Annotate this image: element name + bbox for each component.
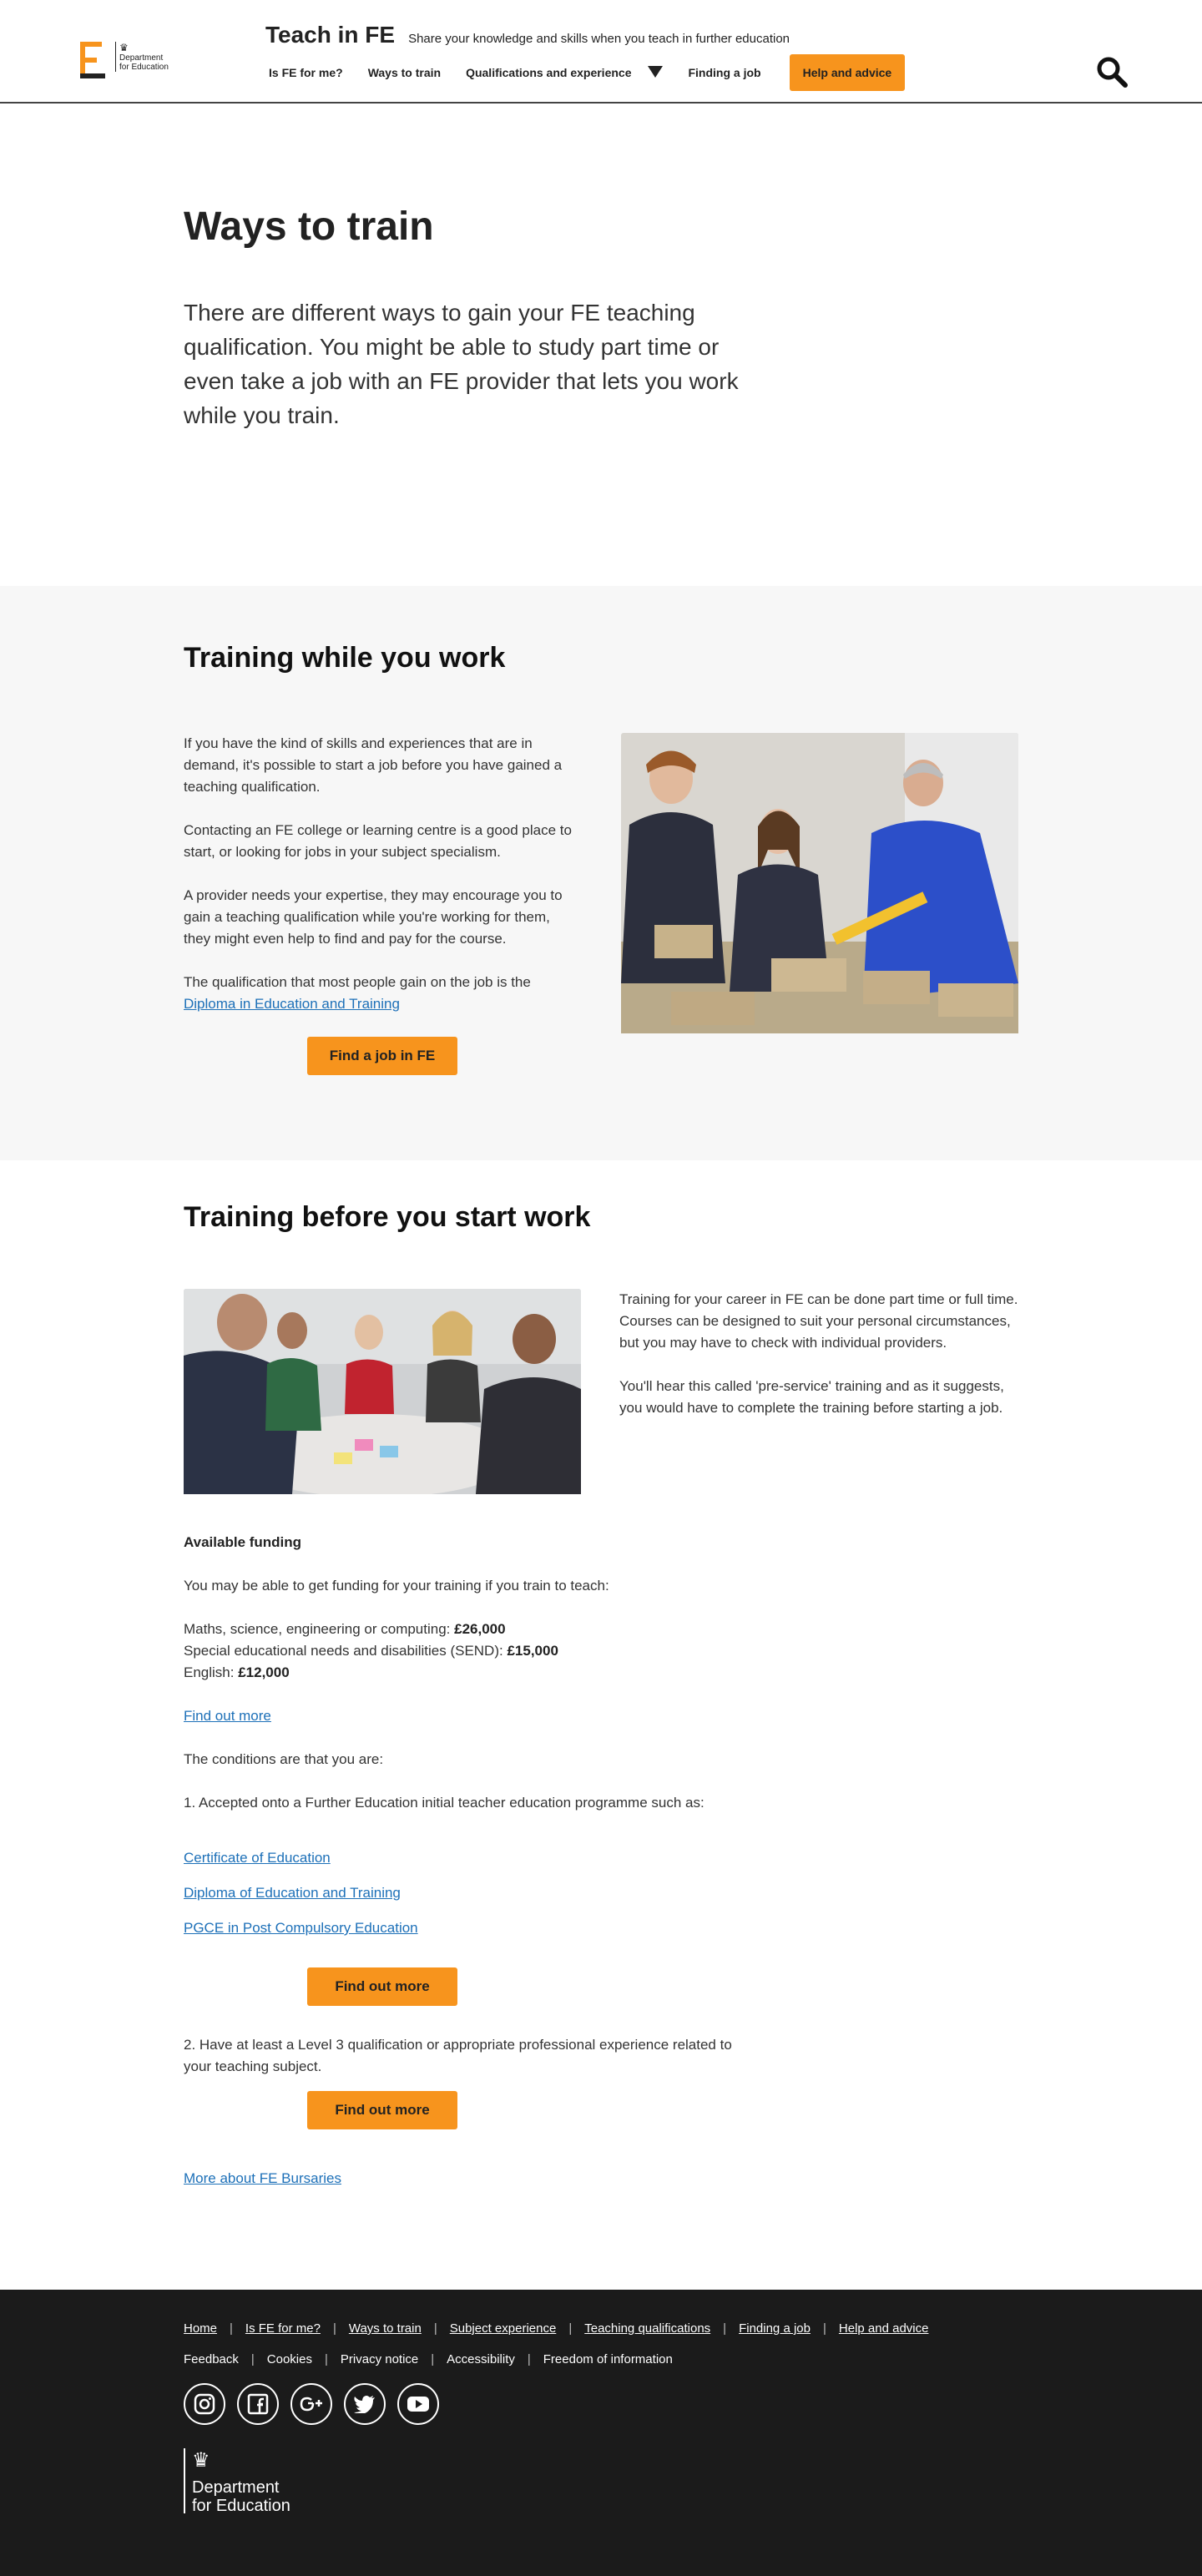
find-out-more-button[interactable]: Find out more [307, 2091, 457, 2129]
diploma-link[interactable]: Diploma in Education and Training [184, 996, 400, 1012]
footer-secondary-nav: Feedback | Cookies | Privacy notice | Acces… [184, 2352, 673, 2366]
funding-item: Special educational needs and disabiliti… [184, 1643, 558, 1659]
search-icon[interactable] [1095, 55, 1129, 88]
paragraph: Contacting an FE college or learning cen… [184, 822, 572, 860]
crest-icon: ♛ [119, 42, 129, 53]
dfe-logo: ♛ Department for Education [115, 42, 174, 72]
funding-list: Maths, science, engineering or computing… [184, 1619, 751, 1684]
site-logo[interactable]: ♛ Department for Education [80, 42, 174, 78]
funding-item: English: £12,000 [184, 1664, 290, 1680]
pgce-link[interactable]: PGCE in Post Compulsory Education [184, 1920, 418, 1936]
paragraph: A provider needs your expertise, they ma… [184, 887, 563, 947]
diploma-link[interactable]: Diploma of Education and Training [184, 1885, 401, 1901]
main-nav: Is FE for me? Ways to train Qualificatio… [269, 53, 906, 92]
nav-item-finding-a-job[interactable]: Finding a job [688, 66, 760, 79]
footer-link-is-fe-for-me[interactable]: Is FE for me? [245, 2321, 321, 2336]
footer-link-privacy[interactable]: Privacy notice [341, 2352, 418, 2366]
page-title: Ways to train [184, 205, 434, 249]
funding-heading: Available funding [184, 1534, 302, 1550]
footer-link-feedback[interactable]: Feedback [184, 2352, 239, 2366]
footer-logo-line2: for Education [192, 2497, 290, 2515]
twitter-icon[interactable] [344, 2383, 386, 2425]
footer-link-cookies[interactable]: Cookies [267, 2352, 312, 2366]
site-header: ♛ Department for Education Teach in FE S… [0, 0, 1202, 104]
footer-link-finding-a-job[interactable]: Finding a job [739, 2321, 811, 2336]
instagram-icon[interactable] [184, 2383, 225, 2425]
facebook-icon[interactable] [237, 2383, 279, 2425]
funding-block: Available funding You may be able to get… [184, 1532, 751, 2190]
section-text: Training for your career in FE can be do… [619, 1289, 1018, 1498]
footer-link-subject-experience[interactable]: Subject experience [450, 2321, 557, 2336]
section-heading: Training before you start work [184, 1201, 591, 1233]
section-heading: Training while you work [184, 642, 506, 674]
training-while-work-section: Training while you work If you have the … [0, 586, 1202, 1160]
classroom-photo [184, 1289, 581, 1498]
hero-section: Ways to train There are different ways t… [0, 104, 1202, 586]
google-plus-icon[interactable] [290, 2383, 332, 2425]
paragraph: If you have the kind of skills and exper… [184, 735, 563, 795]
fe-bursaries-link[interactable]: More about FE Bursaries [184, 2170, 341, 2186]
help-and-advice-button[interactable]: Help and advice [789, 54, 906, 91]
condition-1: 1. Accepted onto a Further Education ini… [184, 1795, 705, 1811]
site-tagline: Share your knowledge and skills when you… [408, 32, 790, 46]
fe-logo-icon [80, 42, 107, 78]
conditions-intro: The conditions are that you are: [184, 1751, 384, 1767]
youtube-icon[interactable] [397, 2383, 439, 2425]
footer-logo-line1: Department [192, 2478, 280, 2497]
social-links [184, 2383, 1018, 2425]
funding-intro: You may be able to get funding for your … [184, 1578, 609, 1594]
nav-item-ways-to-train[interactable]: Ways to train [368, 66, 441, 79]
footer-link-help-and-advice[interactable]: Help and advice [839, 2321, 929, 2336]
footer-link-foi[interactable]: Freedom of information [543, 2352, 673, 2366]
nav-item-is-fe-for-me[interactable]: Is FE for me? [269, 66, 343, 79]
certificate-of-education-link[interactable]: Certificate of Education [184, 1850, 331, 1866]
find-out-more-link[interactable]: Find out more [184, 1708, 271, 1724]
section-text: If you have the kind of skills and exper… [184, 733, 576, 1075]
footer-link-teaching-qualifications[interactable]: Teaching qualifications [584, 2321, 710, 2336]
footer-nav: Home | Is FE for me? | Ways to train | Subj… [184, 2321, 929, 2336]
paragraph: You'll hear this called 'pre-service' tr… [619, 1378, 1004, 1416]
programme-links: Certificate of Education Diploma of Educ… [184, 1847, 751, 1939]
nav-item-qualifications[interactable]: Qualifications and experience [466, 63, 664, 83]
funding-item: Maths, science, engineering or computing… [184, 1621, 506, 1637]
site-name[interactable]: Teach in FE [265, 22, 395, 48]
dfe-logo-text: Department for Education [119, 53, 169, 72]
page-intro: There are different ways to gain your FE… [184, 300, 739, 428]
workshop-photo [621, 733, 1018, 1075]
nav-item-qualifications-label: Qualifications and experience [466, 66, 632, 79]
site-footer: Home | Is FE for me? | Ways to train | Subj… [0, 2290, 1202, 2576]
site-title: Teach in FE Share your knowledge and ski… [265, 22, 790, 48]
training-before-work-section: Training before you start work Training … [0, 1160, 1202, 2290]
footer-link-home[interactable]: Home [184, 2321, 217, 2336]
qualification-paragraph: The qualification that most people gain … [184, 972, 576, 1015]
footer-link-ways-to-train[interactable]: Ways to train [349, 2321, 422, 2336]
footer-link-accessibility[interactable]: Accessibility [447, 2352, 515, 2366]
find-a-job-button[interactable]: Find a job in FE [307, 1037, 457, 1075]
find-out-more-button[interactable]: Find out more [307, 1967, 457, 2006]
chevron-down-icon[interactable] [648, 63, 664, 83]
condition-2: 2. Have at least a Level 3 qualification… [184, 2037, 732, 2074]
footer-dfe-logo[interactable]: ♛ Department for Education [184, 2448, 1018, 2515]
qualification-text: The qualification that most people gain … [184, 974, 531, 990]
paragraph: Training for your career in FE can be do… [619, 1291, 1018, 1351]
crest-icon: ♛ [192, 2449, 210, 2472]
